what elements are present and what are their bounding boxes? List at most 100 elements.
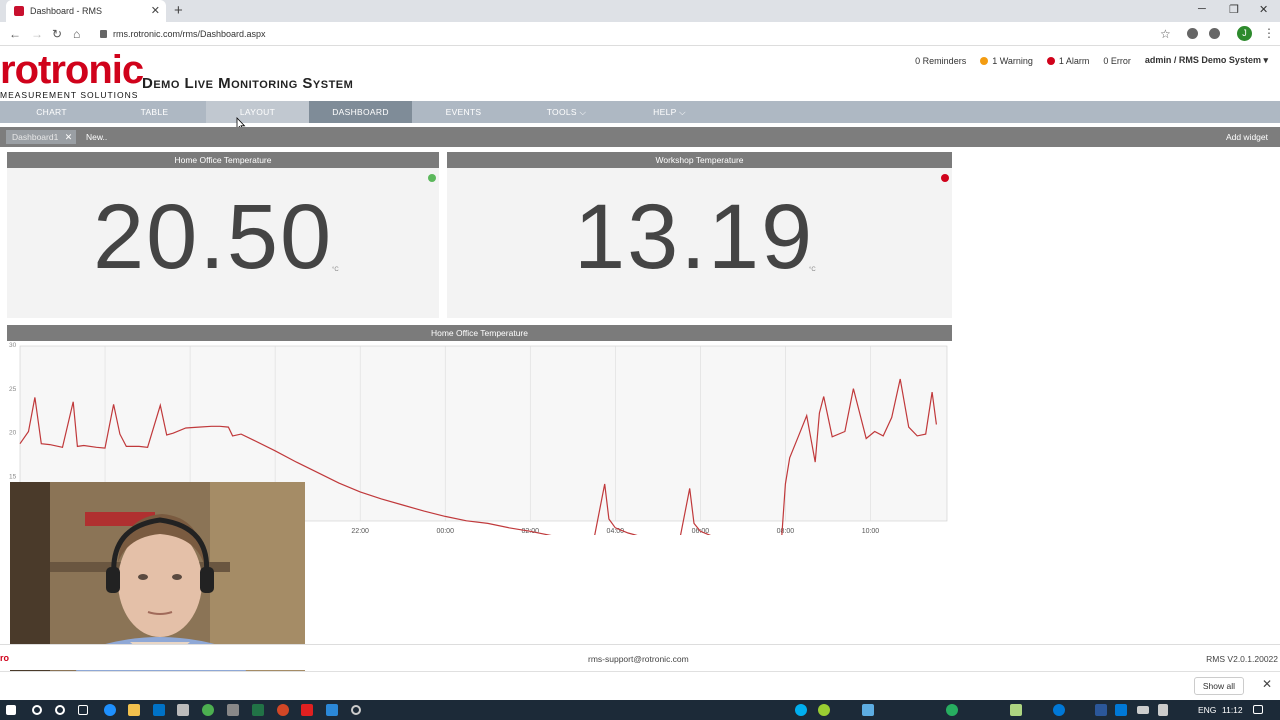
workshop-widget[interactable]: Workshop Temperature 13.19 °C — [447, 152, 952, 318]
browser-tab-title: Dashboard - RMS — [30, 6, 103, 16]
browser-menu-icon[interactable]: ⋮ — [1263, 26, 1275, 40]
temperature-value: 13.19 — [574, 186, 815, 288]
rotronic-logo[interactable]: rotronic MEASUREMENT SOLUTIONS — [0, 48, 144, 100]
x-tick-label: 08:00 — [777, 528, 795, 535]
alarm-link[interactable]: 1 Alarm — [1046, 56, 1089, 66]
extension-icon[interactable] — [1209, 28, 1220, 39]
url-field[interactable]: rms.rotronic.com/rms/Dashboard.aspx — [100, 26, 266, 42]
status-dot-icon — [428, 174, 436, 182]
downloads-bar: Show all ✕ — [0, 671, 1280, 700]
outlook-icon[interactable] — [153, 704, 165, 716]
user-menu[interactable]: admin / RMS Demo System ▾ — [1145, 55, 1268, 66]
alarm-dot-icon — [1046, 56, 1055, 65]
y-tick-label: 20 — [9, 430, 17, 437]
favicon-icon — [14, 6, 24, 16]
x-tick-label: 22:00 — [351, 528, 369, 535]
x-tick-label: 00:00 — [436, 528, 454, 535]
tray-icon[interactable] — [946, 704, 958, 716]
warning-link[interactable]: 1 Warning — [980, 56, 1033, 66]
acrobat-icon[interactable] — [301, 704, 313, 716]
nav-chart[interactable]: CHART — [0, 101, 103, 123]
close-icon[interactable]: ✕ — [1262, 677, 1272, 691]
error-link[interactable]: 0 Error — [1103, 56, 1131, 66]
support-email-link[interactable]: rms-support@rotronic.com — [588, 654, 689, 664]
status-bar: 0 Reminders 1 Warning 1 Alarm 0 Error ad… — [915, 55, 1268, 66]
temperature-unit: °C — [809, 267, 816, 273]
warning-dot-icon — [980, 56, 989, 65]
notifications-icon[interactable] — [1253, 705, 1263, 714]
chevron-down-icon: ▾ — [1263, 55, 1268, 65]
reload-button[interactable]: ↻ — [52, 27, 62, 41]
tray-icon[interactable] — [1115, 704, 1127, 716]
app-icon[interactable] — [351, 705, 361, 715]
tray-icon[interactable] — [818, 704, 830, 716]
skype-icon[interactable] — [795, 704, 807, 716]
edge-icon[interactable] — [104, 704, 116, 716]
app-icon[interactable] — [177, 704, 189, 716]
dashboard-tabs-bar: Dashboard1 ✕ New.. Add widget — [0, 127, 1280, 147]
battery-icon[interactable] — [1137, 706, 1149, 714]
chrome-icon[interactable] — [202, 704, 214, 716]
task-view-icon[interactable] — [78, 705, 88, 715]
app-icon[interactable] — [277, 704, 289, 716]
lock-icon — [100, 30, 107, 38]
status-dot-icon — [941, 174, 949, 182]
new-tab-button[interactable]: + — [174, 2, 183, 19]
show-all-button[interactable]: Show all — [1193, 677, 1244, 695]
nav-tools[interactable]: TOOLS ⌵ — [515, 101, 618, 123]
tray-icon[interactable] — [862, 704, 874, 716]
temperature-value: 20.50 — [93, 186, 334, 288]
main-nav: CHART TABLE LAYOUT DASHBOARD EVENTS TOOL… — [0, 101, 1280, 123]
new-dashboard-link[interactable]: New.. — [86, 130, 107, 144]
y-tick-label: 30 — [9, 342, 17, 349]
cortana-icon[interactable] — [55, 705, 65, 715]
back-button[interactable]: ← — [9, 27, 21, 41]
window-close-button[interactable]: ✕ — [1259, 3, 1268, 16]
dashboard-tab[interactable]: Dashboard1 ✕ — [6, 130, 77, 144]
app-icon[interactable] — [326, 704, 338, 716]
x-tick-label: 04:00 — [607, 528, 625, 535]
home-button[interactable]: ⌂ — [73, 27, 80, 41]
browser-tab-strip: Dashboard - RMS ✕ + ─ ❐ ✕ — [0, 0, 1280, 22]
nav-help[interactable]: HELP ⌵ — [618, 101, 721, 123]
restore-button[interactable]: ❐ — [1229, 3, 1239, 16]
x-tick-label: 10:00 — [862, 528, 880, 535]
extension-icon[interactable] — [1187, 28, 1198, 39]
bookmark-star-icon[interactable]: ☆ — [1160, 27, 1171, 41]
nav-events[interactable]: EVENTS — [412, 101, 515, 123]
windows-taskbar: ENG 11:12 — [0, 700, 1280, 720]
word-icon[interactable] — [1095, 704, 1107, 716]
excel-icon[interactable] — [252, 704, 264, 716]
logo-subtitle: MEASUREMENT SOLUTIONS — [0, 90, 139, 100]
search-icon[interactable] — [32, 705, 42, 715]
y-tick-label: 15 — [9, 473, 17, 480]
widget-title: Home Office Temperature — [7, 152, 439, 168]
widget-title: Workshop Temperature — [447, 152, 952, 168]
onedrive-icon[interactable] — [1053, 704, 1065, 716]
file-explorer-icon[interactable] — [128, 704, 140, 716]
footer-logo: ro — [0, 653, 9, 663]
tab-close-icon[interactable]: ✕ — [151, 4, 160, 17]
forward-button[interactable]: → — [31, 27, 43, 41]
add-widget-button[interactable]: Add widget — [1226, 130, 1268, 144]
tray-icon[interactable] — [1010, 704, 1022, 716]
clock[interactable]: 11:12 — [1222, 705, 1243, 715]
dashboard-tab-label: Dashboard1 — [12, 132, 59, 142]
profile-avatar[interactable]: J — [1237, 26, 1252, 41]
volume-icon[interactable] — [1158, 704, 1168, 716]
reminders-link[interactable]: 0 Reminders — [915, 56, 966, 66]
browser-tab[interactable]: Dashboard - RMS ✕ — [6, 0, 166, 22]
minimize-button[interactable]: ─ — [1198, 3, 1206, 15]
app-icon[interactable] — [227, 704, 239, 716]
nav-layout[interactable]: LAYOUT — [206, 101, 309, 123]
nav-dashboard[interactable]: DASHBOARD — [309, 101, 412, 123]
system-title: Demo Live Monitoring System — [142, 75, 354, 92]
logo-wordmark: rotronic — [0, 48, 144, 92]
temperature-unit: °C — [332, 267, 339, 273]
close-icon[interactable]: ✕ — [65, 130, 73, 144]
windows-start-icon[interactable] — [6, 705, 16, 715]
home-office-widget[interactable]: Home Office Temperature 20.50 °C — [7, 152, 439, 318]
url-text: rms.rotronic.com/rms/Dashboard.aspx — [113, 29, 266, 39]
nav-table[interactable]: TABLE — [103, 101, 206, 123]
language-indicator[interactable]: ENG — [1198, 705, 1216, 715]
